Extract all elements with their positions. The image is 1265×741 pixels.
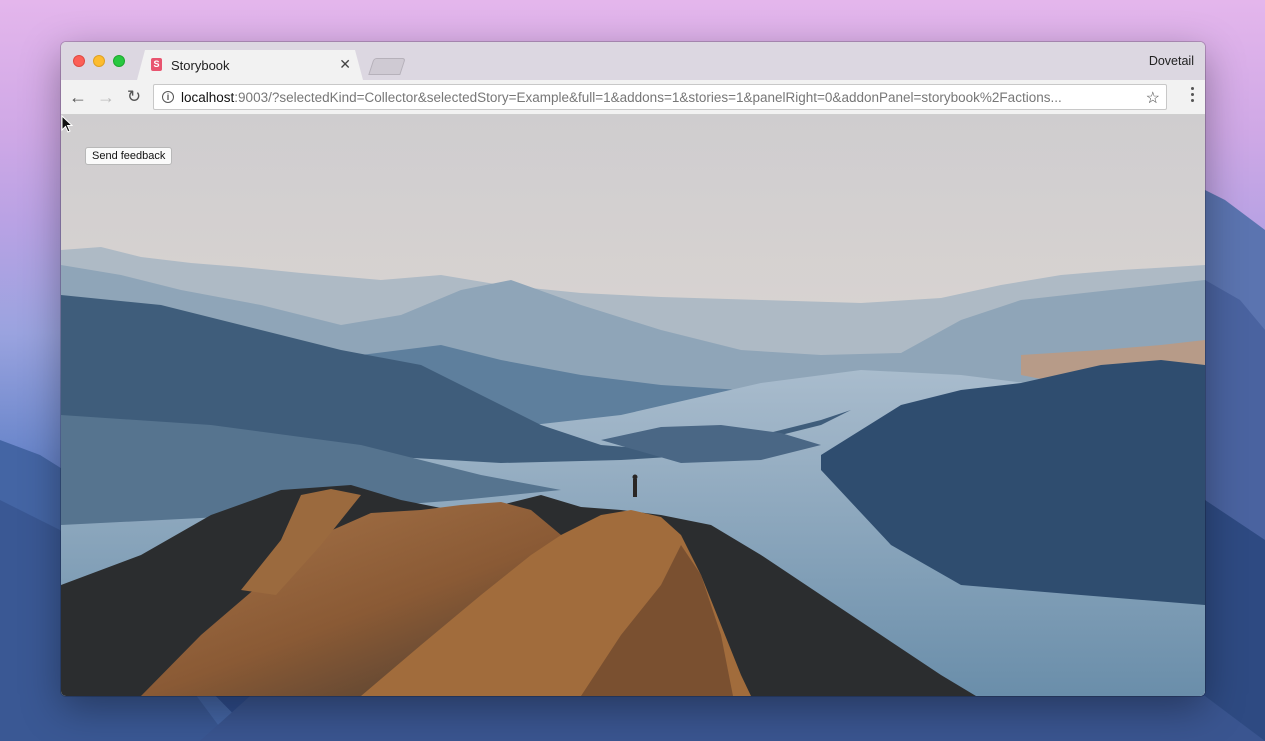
address-bar[interactable]: i localhost:9003/?selectedKind=Collector…: [153, 84, 1167, 110]
tab-title: Storybook: [171, 58, 230, 73]
url-path: :9003/?selectedKind=Collector&selectedSt…: [234, 90, 1062, 105]
landscape-photo: [61, 115, 1205, 696]
page-viewport: Send feedback: [61, 115, 1205, 696]
tab-storybook[interactable]: S Storybook ✕: [137, 50, 363, 80]
reload-icon[interactable]: ↻: [123, 86, 145, 108]
browser-window: S Storybook ✕ Dovetail ← → ↻ i localhost…: [61, 42, 1205, 696]
mouse-pointer-icon: [61, 115, 74, 133]
forward-arrow-icon[interactable]: →: [95, 86, 117, 108]
storybook-icon: S: [151, 58, 162, 71]
send-feedback-button[interactable]: Send feedback: [85, 147, 173, 165]
new-tab-button[interactable]: [368, 58, 406, 75]
close-window-button[interactable]: [73, 55, 85, 67]
url-host: localhost: [181, 90, 235, 105]
bookmark-star-icon[interactable]: ☆: [1146, 88, 1160, 108]
maximize-window-button[interactable]: [113, 55, 125, 67]
browser-menu-icon[interactable]: [1191, 87, 1195, 105]
back-arrow-icon[interactable]: ←: [67, 86, 89, 108]
close-tab-icon[interactable]: ✕: [339, 56, 351, 73]
profile-name[interactable]: Dovetail: [1149, 54, 1194, 68]
info-icon[interactable]: i: [162, 91, 174, 103]
browser-toolbar: ← → ↻ i localhost:9003/?selectedKind=Col…: [61, 80, 1205, 115]
minimize-window-button[interactable]: [93, 55, 105, 67]
tab-bar: S Storybook ✕ Dovetail: [61, 42, 1205, 80]
url-text[interactable]: localhost:9003/?selectedKind=Collector&s…: [181, 90, 1133, 105]
